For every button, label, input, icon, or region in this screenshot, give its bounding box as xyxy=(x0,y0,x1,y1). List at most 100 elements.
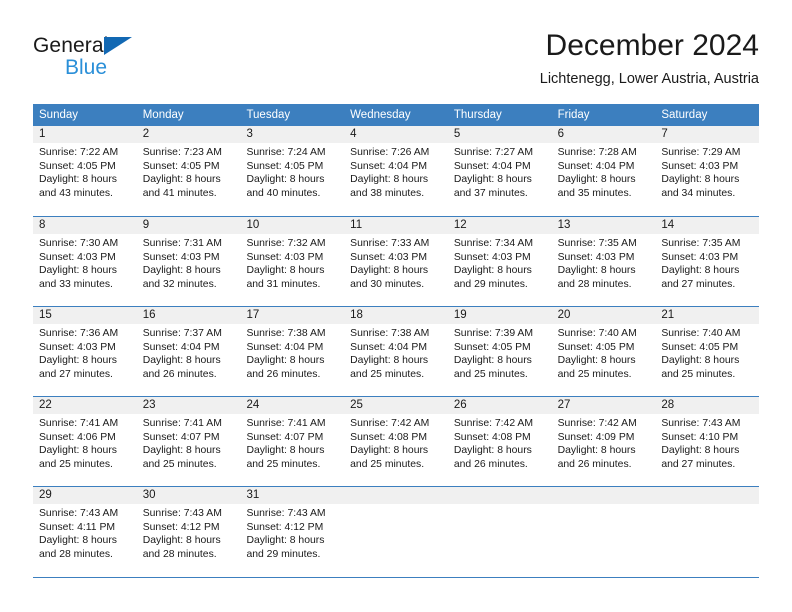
daylight-text-line1: Daylight: 8 hours xyxy=(39,355,117,367)
sunrise-text: Sunrise: 7:41 AM xyxy=(39,418,119,429)
sunrise-text: Sunrise: 7:40 AM xyxy=(557,328,637,339)
calendar-week-row: 1 Sunrise: 7:22 AM Sunset: 4:05 PM Daylight… xyxy=(33,126,760,216)
day-cell[interactable]: 27 Sunrise: 7:42 AM Sunset: 4:09 PM Dayligh… xyxy=(551,397,656,486)
day-cell[interactable]: 9 Sunrise: 7:31 AM Sunset: 4:03 PM Daylight… xyxy=(136,217,241,306)
daylight-text-line1: Daylight: 8 hours xyxy=(661,174,740,186)
day-cell[interactable]: 25 Sunrise: 7:42 AM Sunset: 4:08 PM Dayligh… xyxy=(344,397,448,486)
sunset-text: Sunset: 4:07 PM xyxy=(246,431,324,443)
day-cell-empty xyxy=(344,487,448,577)
daylight-text-line2: and 35 minutes. xyxy=(557,187,632,199)
day-cell[interactable]: 10 Sunrise: 7:32 AM Sunset: 4:03 PM Dayligh… xyxy=(240,217,345,306)
day-detail: Sunrise: 7:39 AM Sunset: 4:05 PM Daylight:… xyxy=(448,324,552,381)
day-number-band: 29 xyxy=(33,487,137,504)
day-cell[interactable]: 17 Sunrise: 7:38 AM Sunset: 4:04 PM Dayligh… xyxy=(240,307,345,396)
day-detail xyxy=(344,504,448,507)
day-number: 31 xyxy=(246,489,260,501)
day-cell[interactable]: 8 Sunrise: 7:30 AM Sunset: 4:03 PM Daylight… xyxy=(33,217,137,306)
day-number: 24 xyxy=(246,399,260,411)
day-number: 2 xyxy=(142,128,150,140)
sunrise-text: Sunrise: 7:41 AM xyxy=(246,418,326,429)
day-number-band: 3 xyxy=(240,126,345,143)
daylight-text-line2: and 27 minutes. xyxy=(39,368,113,380)
weekday-header-monday: Monday xyxy=(142,109,184,121)
day-detail: Sunrise: 7:43 AM Sunset: 4:11 PM Daylight:… xyxy=(33,504,137,561)
day-detail xyxy=(655,504,759,507)
day-detail: Sunrise: 7:40 AM Sunset: 4:05 PM Daylight:… xyxy=(655,324,759,381)
sunset-text: Sunset: 4:03 PM xyxy=(39,341,116,353)
sunrise-text: Sunrise: 7:29 AM xyxy=(661,147,741,158)
day-cell[interactable]: 12 Sunrise: 7:34 AM Sunset: 4:03 PM Dayligh… xyxy=(447,217,552,306)
day-cell[interactable]: 16 Sunrise: 7:37 AM Sunset: 4:04 PM Dayligh… xyxy=(136,307,241,396)
day-cell[interactable]: 4 Sunrise: 7:26 AM Sunset: 4:04 PM Daylight… xyxy=(344,126,448,216)
daylight-text-line1: Daylight: 8 hours xyxy=(246,265,325,277)
day-cell[interactable]: 31 Sunrise: 7:43 AM Sunset: 4:12 PM Dayligh… xyxy=(240,487,345,577)
daylight-text-line1: Daylight: 8 hours xyxy=(142,265,221,277)
day-cell[interactable]: 6 Sunrise: 7:28 AM Sunset: 4:04 PM Daylight… xyxy=(551,126,656,216)
sunset-text: Sunset: 4:05 PM xyxy=(246,160,324,172)
day-cell[interactable]: 13 Sunrise: 7:35 AM Sunset: 4:03 PM Dayligh… xyxy=(551,217,656,306)
daylight-text-line2: and 37 minutes. xyxy=(453,187,528,199)
day-number-band: 10 xyxy=(240,217,345,234)
day-cell[interactable]: 2 Sunrise: 7:23 AM Sunset: 4:05 PM Daylight… xyxy=(136,126,241,216)
sunrise-text: Sunrise: 7:43 AM xyxy=(39,508,119,519)
day-cell[interactable]: 21 Sunrise: 7:40 AM Sunset: 4:05 PM Dayligh… xyxy=(655,307,760,396)
day-number: 16 xyxy=(142,309,156,321)
day-detail: Sunrise: 7:43 AM Sunset: 4:12 PM Daylight:… xyxy=(137,504,241,561)
general-blue-logo[interactable]: General Blue xyxy=(33,34,233,90)
day-number-band: 19 xyxy=(447,307,552,324)
day-cell[interactable]: 28 Sunrise: 7:43 AM Sunset: 4:10 PM Dayligh… xyxy=(655,397,760,486)
day-cell[interactable]: 14 Sunrise: 7:35 AM Sunset: 4:03 PM Dayligh… xyxy=(655,217,760,306)
day-detail: Sunrise: 7:37 AM Sunset: 4:04 PM Daylight:… xyxy=(137,324,241,381)
daylight-text-line1: Daylight: 8 hours xyxy=(453,445,532,457)
daylight-text-line1: Daylight: 8 hours xyxy=(453,355,532,367)
daylight-text-line2: and 26 minutes. xyxy=(142,368,217,380)
day-detail: Sunrise: 7:41 AM Sunset: 4:06 PM Daylight:… xyxy=(33,414,137,471)
day-number: 15 xyxy=(39,309,52,321)
daylight-text-line2: and 25 minutes. xyxy=(350,368,425,380)
sunset-text: Sunset: 4:04 PM xyxy=(246,341,324,353)
day-cell[interactable]: 30 Sunrise: 7:43 AM Sunset: 4:12 PM Dayligh… xyxy=(136,487,241,577)
day-cell[interactable]: 7 Sunrise: 7:29 AM Sunset: 4:03 PM Daylight… xyxy=(655,126,760,216)
daylight-text-line1: Daylight: 8 hours xyxy=(557,355,636,367)
day-cell-empty xyxy=(655,487,760,577)
weekday-header-row: Sunday Monday Tuesday Wednesday Thursday Frid… xyxy=(33,104,759,126)
day-number: 6 xyxy=(557,128,564,140)
day-cell[interactable]: 19 Sunrise: 7:39 AM Sunset: 4:05 PM Dayligh… xyxy=(447,307,552,396)
day-number-band: 22 xyxy=(33,397,137,414)
sunrise-text: Sunrise: 7:43 AM xyxy=(142,508,222,519)
day-cell[interactable]: 20 Sunrise: 7:40 AM Sunset: 4:05 PM Dayligh… xyxy=(551,307,656,396)
day-cell[interactable]: 23 Sunrise: 7:41 AM Sunset: 4:07 PM Dayligh… xyxy=(136,397,241,486)
day-number-band: 23 xyxy=(136,397,241,414)
daylight-text-line2: and 40 minutes. xyxy=(246,187,321,199)
day-number: 10 xyxy=(246,219,260,231)
day-detail xyxy=(448,504,552,507)
sunrise-text: Sunrise: 7:42 AM xyxy=(453,418,534,429)
day-cell[interactable]: 11 Sunrise: 7:33 AM Sunset: 4:03 PM Dayligh… xyxy=(344,217,448,306)
day-detail: Sunrise: 7:22 AM Sunset: 4:05 PM Daylight:… xyxy=(33,143,137,200)
daylight-text-line1: Daylight: 8 hours xyxy=(39,535,117,547)
day-number-band: 5 xyxy=(447,126,552,143)
day-detail: Sunrise: 7:35 AM Sunset: 4:03 PM Daylight:… xyxy=(655,234,759,291)
day-cell[interactable]: 1 Sunrise: 7:22 AM Sunset: 4:05 PM Daylight… xyxy=(33,126,137,216)
day-cell[interactable]: 26 Sunrise: 7:42 AM Sunset: 4:08 PM Dayligh… xyxy=(447,397,552,486)
day-detail: Sunrise: 7:36 AM Sunset: 4:03 PM Daylight:… xyxy=(33,324,137,381)
day-number: 23 xyxy=(142,399,156,411)
day-cell[interactable]: 15 Sunrise: 7:36 AM Sunset: 4:03 PM Dayligh… xyxy=(33,307,137,396)
sunrise-text: Sunrise: 7:43 AM xyxy=(246,508,326,519)
sunset-text: Sunset: 4:03 PM xyxy=(142,251,220,263)
day-cell[interactable]: 18 Sunrise: 7:38 AM Sunset: 4:04 PM Dayligh… xyxy=(344,307,448,396)
day-number: 8 xyxy=(39,219,46,231)
day-cell[interactable]: 24 Sunrise: 7:41 AM Sunset: 4:07 PM Dayligh… xyxy=(240,397,345,486)
day-number: 3 xyxy=(246,128,253,140)
sunrise-text: Sunrise: 7:35 AM xyxy=(661,238,741,249)
day-cell[interactable]: 22 Sunrise: 7:41 AM Sunset: 4:06 PM Dayligh… xyxy=(33,397,137,486)
day-cell[interactable]: 5 Sunrise: 7:27 AM Sunset: 4:04 PM Daylight… xyxy=(447,126,552,216)
day-number-band: 15 xyxy=(33,307,137,324)
day-cell[interactable]: 29 Sunrise: 7:43 AM Sunset: 4:11 PM Dayligh… xyxy=(33,487,137,577)
sunrise-text: Sunrise: 7:37 AM xyxy=(142,328,222,339)
day-number-band xyxy=(447,487,552,504)
sunrise-text: Sunrise: 7:22 AM xyxy=(39,147,119,158)
day-cell[interactable]: 3 Sunrise: 7:24 AM Sunset: 4:05 PM Daylight… xyxy=(240,126,345,216)
sunrise-text: Sunrise: 7:30 AM xyxy=(39,238,119,249)
sunrise-text: Sunrise: 7:39 AM xyxy=(453,328,534,339)
